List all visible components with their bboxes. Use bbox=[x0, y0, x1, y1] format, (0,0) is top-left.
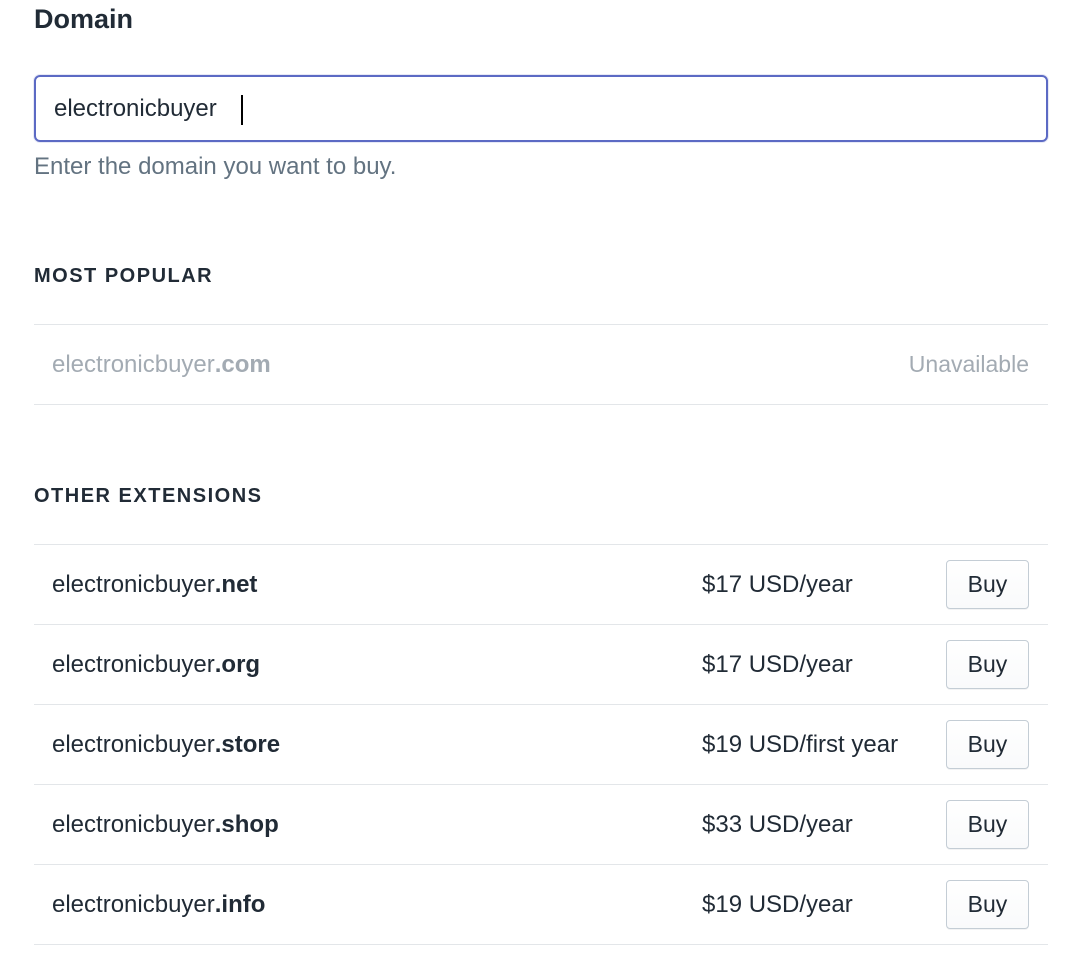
domain-extension: .shop bbox=[214, 811, 279, 838]
domain-row-info: electronicbuyer.info $19 USD/year Buy bbox=[34, 865, 1048, 945]
domain-input[interactable] bbox=[54, 77, 1014, 140]
domain-name: electronicbuyer.store bbox=[52, 705, 280, 784]
domain-price: $17 USD/year bbox=[702, 571, 853, 598]
domain-row-store: electronicbuyer.store $19 USD/first year… bbox=[34, 705, 1048, 785]
buy-button-info[interactable]: Buy bbox=[946, 880, 1029, 929]
domain-row-shop: electronicbuyer.shop $33 USD/year Buy bbox=[34, 785, 1048, 865]
buy-button-shop[interactable]: Buy bbox=[946, 800, 1029, 849]
availability-status: Unavailable bbox=[908, 351, 1029, 377]
domain-base: electronicbuyer bbox=[52, 351, 215, 378]
domain-base: electronicbuyer bbox=[52, 731, 215, 758]
domain-name: electronicbuyer.org bbox=[52, 625, 260, 704]
domain-name: electronicbuyer.info bbox=[52, 865, 265, 944]
domain-extension: .org bbox=[214, 651, 261, 678]
domain-help-text: Enter the domain you want to buy. bbox=[34, 153, 397, 180]
domain-row-com: electronicbuyer.com Unavailable bbox=[34, 325, 1048, 405]
domain-base: electronicbuyer bbox=[52, 811, 215, 838]
most-popular-list: electronicbuyer.com Unavailable bbox=[34, 324, 1048, 405]
domain-price: $19 USD/first year bbox=[702, 731, 899, 758]
buy-button-net[interactable]: Buy bbox=[946, 560, 1029, 609]
most-popular-heading: MOST POPULAR bbox=[34, 265, 214, 287]
domain-price: $19 USD/year bbox=[702, 891, 853, 918]
buy-button-store[interactable]: Buy bbox=[946, 720, 1029, 769]
domain-input-wrapper[interactable] bbox=[34, 75, 1048, 142]
other-extensions-heading: OTHER EXTENSIONS bbox=[34, 485, 263, 507]
domain-price: $17 USD/year bbox=[702, 651, 853, 678]
domain-field-label: Domain bbox=[34, 4, 134, 34]
domain-base: electronicbuyer bbox=[52, 571, 215, 598]
domain-base: electronicbuyer bbox=[52, 651, 215, 678]
other-extensions-list: electronicbuyer.net $17 USD/year Buy ele… bbox=[34, 544, 1048, 945]
domain-extension: .com bbox=[214, 351, 271, 378]
domain-extension: .info bbox=[214, 891, 266, 918]
domain-row-org: electronicbuyer.org $17 USD/year Buy bbox=[34, 625, 1048, 705]
domain-name: electronicbuyer.com bbox=[52, 325, 271, 404]
domain-base: electronicbuyer bbox=[52, 891, 215, 918]
buy-button-org[interactable]: Buy bbox=[946, 640, 1029, 689]
domain-extension: .net bbox=[214, 571, 258, 598]
domain-name: electronicbuyer.net bbox=[52, 545, 257, 624]
domain-price: $33 USD/year bbox=[702, 811, 853, 838]
domain-row-net: electronicbuyer.net $17 USD/year Buy bbox=[34, 545, 1048, 625]
domain-extension: .store bbox=[214, 731, 281, 758]
domain-name: electronicbuyer.shop bbox=[52, 785, 279, 864]
text-cursor bbox=[241, 95, 243, 125]
